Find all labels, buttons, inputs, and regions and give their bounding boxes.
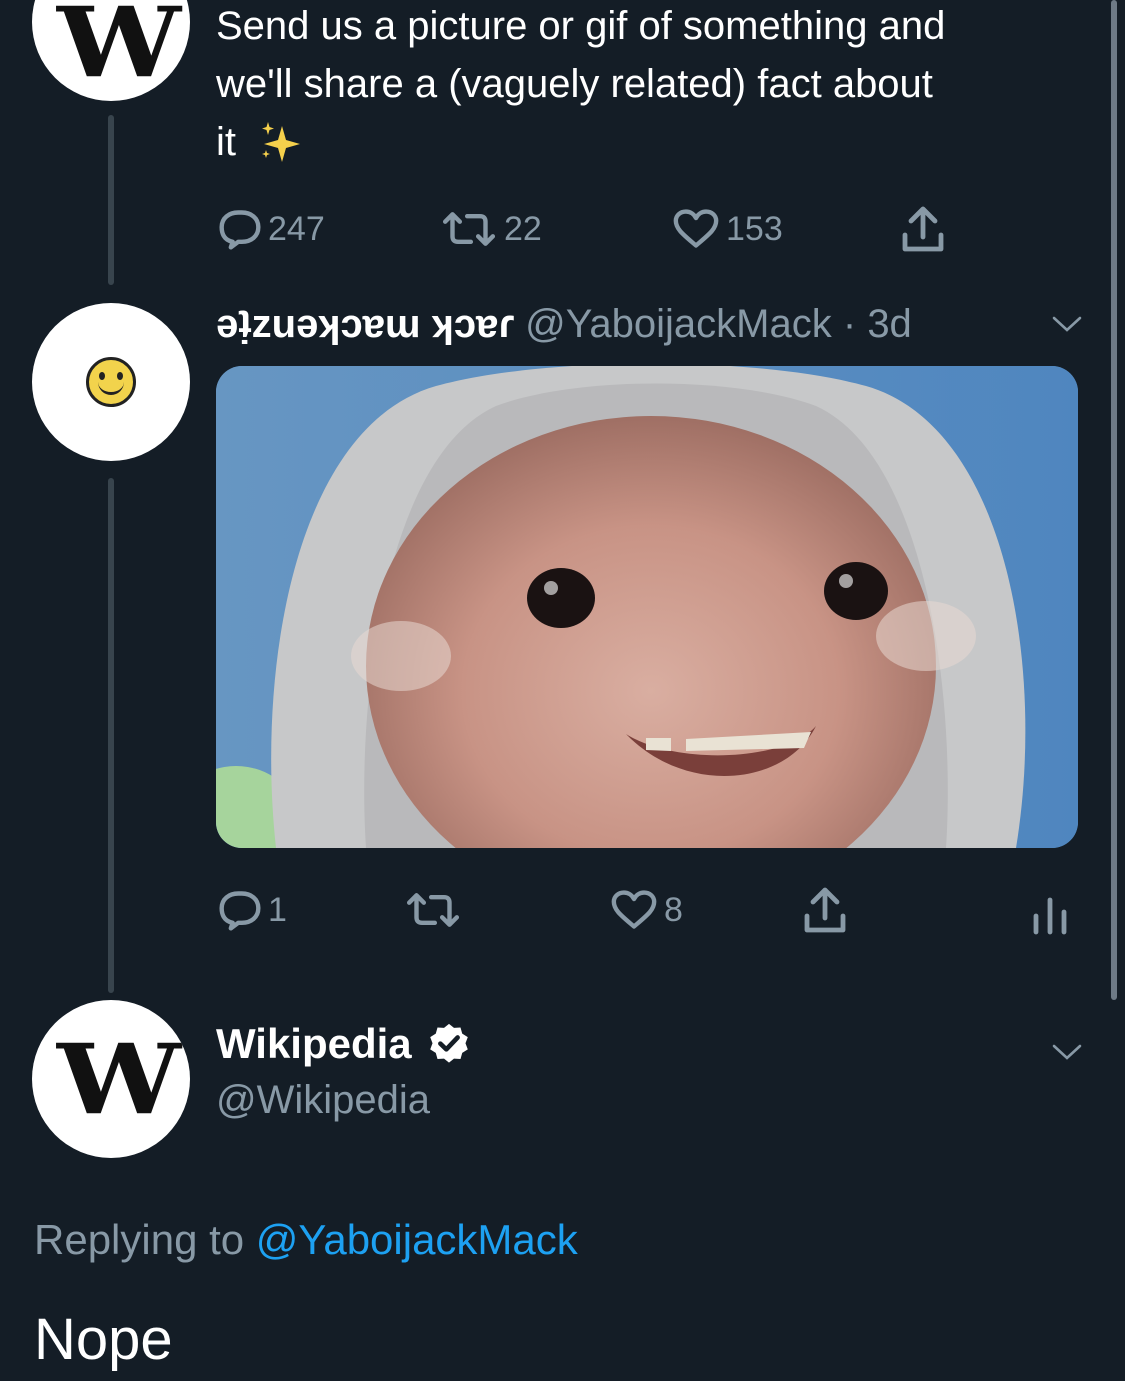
retweet-button-2[interactable]	[404, 888, 462, 932]
retweet-count: 22	[504, 209, 542, 248]
first-tweet-line-1: Send us a picture or gif of something an…	[216, 4, 946, 48]
reply-button-2[interactable]: 1	[218, 888, 287, 932]
heart-icon	[673, 209, 719, 248]
heart-icon	[611, 890, 657, 929]
user-handle[interactable]: @YaboijackMack	[525, 302, 832, 346]
smiley-icon	[86, 357, 136, 407]
like-button-2[interactable]: 8	[610, 888, 683, 932]
tweet-photo[interactable]	[216, 366, 1078, 848]
chevron-down-icon[interactable]	[1050, 1040, 1084, 1064]
scrollbar[interactable]	[1111, 0, 1117, 1000]
wikipedia-logo-icon: W	[57, 0, 181, 99]
author-display-name[interactable]: Wikipedia	[216, 1020, 412, 1068]
verified-badge-icon	[429, 1023, 468, 1063]
share-button-2[interactable]	[800, 884, 850, 936]
display-name[interactable]: ǝʇ̣zuǝʞɔɐɯ ʞɔɐɾ	[216, 302, 514, 346]
replying-to-line: Replying to @YaboijackMack	[34, 1216, 578, 1264]
wikipedia-avatar-top[interactable]: W	[32, 0, 190, 101]
first-tweet-line-2: we'll share a (vaguely related) fact abo…	[216, 62, 933, 106]
reply-count: 247	[268, 209, 325, 248]
reply-author-name[interactable]: Wikipedia	[216, 1020, 472, 1068]
user-avatar[interactable]	[32, 303, 190, 461]
wikipedia-logo-icon: W	[57, 1022, 181, 1136]
reply-icon	[219, 891, 261, 931]
share-icon	[804, 887, 846, 933]
replying-to-handle[interactable]: @YaboijackMack	[256, 1216, 578, 1263]
replying-to-label: Replying to	[34, 1216, 245, 1263]
chevron-down-icon[interactable]	[1050, 312, 1084, 336]
first-tweet-line-3: it	[216, 120, 236, 164]
reply-icon	[219, 210, 261, 250]
retweet-button[interactable]: 22	[440, 207, 542, 251]
retweet-icon	[442, 212, 496, 246]
like-count: 153	[726, 209, 783, 248]
first-tweet-text: Send us a picture or gif of something an…	[216, 0, 945, 171]
reply-text: Nope	[34, 1307, 173, 1372]
author-handle[interactable]: @Wikipedia	[216, 1078, 430, 1123]
separator-dot: ·	[842, 302, 857, 346]
sparkles-icon	[262, 122, 300, 162]
retweet-icon	[406, 893, 460, 927]
reply-button[interactable]: 247	[218, 207, 325, 251]
reply-count-2: 1	[268, 890, 287, 929]
tweet-time[interactable]: 3d	[867, 302, 912, 346]
share-button[interactable]	[898, 203, 948, 255]
thread-line-middle	[108, 478, 114, 993]
wikipedia-avatar[interactable]: W	[32, 1000, 190, 1158]
second-tweet-header: ǝʇ̣zuǝʞɔɐɯ ʞɔɐɾ @YaboijackMack · 3d	[216, 296, 912, 352]
like-count-2: 8	[664, 890, 683, 929]
share-icon	[902, 206, 944, 252]
thread-line-top	[108, 115, 114, 285]
analytics-icon	[1033, 897, 1067, 935]
photo-image	[216, 366, 1078, 848]
analytics-button[interactable]	[1030, 892, 1070, 936]
like-button[interactable]: 153	[672, 207, 783, 251]
